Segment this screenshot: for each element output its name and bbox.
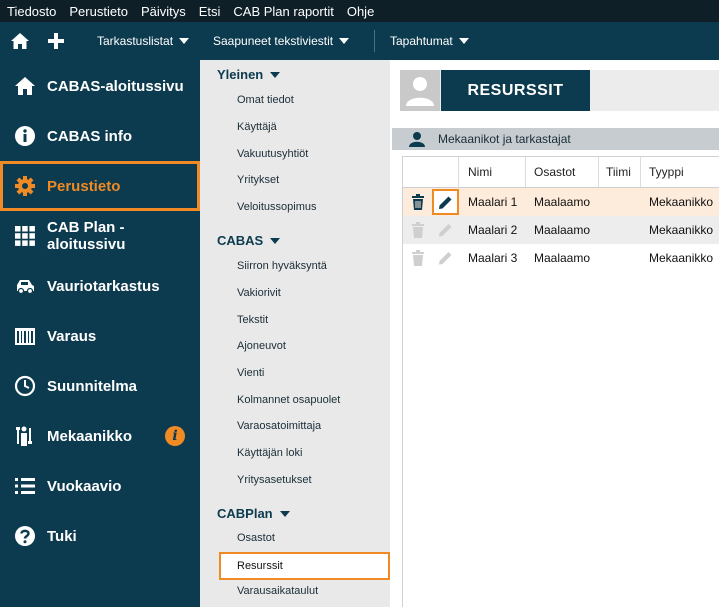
section-header-cabas[interactable]: CABAS [217, 233, 281, 248]
column-divider [640, 157, 641, 187]
sidebar-item-tuki[interactable]: Tuki [0, 511, 200, 561]
trash-icon[interactable] [411, 222, 425, 238]
info-icon [15, 126, 35, 146]
subnav-item-ajoneuvot[interactable]: Ajoneuvot [237, 340, 286, 352]
user-icon [406, 77, 434, 106]
sidebar: CABAS-aloitussivu CABAS info Perustieto … [0, 60, 200, 607]
trash-icon[interactable] [411, 250, 425, 266]
chevron-down-icon [179, 38, 190, 44]
page-title: RESURSSIT [441, 70, 590, 111]
mechanic-icon [16, 426, 32, 446]
subnav-item-kolmannet-osapuolet[interactable]: Kolmannet osapuolet [237, 394, 340, 406]
cell-osastot: Maalaamo [534, 195, 591, 209]
notification-info-icon[interactable]: i [165, 426, 185, 446]
menu-tiedosto[interactable]: Tiedosto [7, 4, 56, 19]
column-header-nimi[interactable]: Nimi [468, 157, 492, 187]
sidebar-item-cab-plan-aloitussivu[interactable]: CAB Plan -aloitussivu [0, 211, 200, 261]
resources-table: Nimi Osastot Tiimi Tyyppi Maalari 1 Maal… [402, 156, 719, 607]
sidebar-item-cabas-info[interactable]: CABAS info [0, 111, 200, 161]
table-row[interactable]: Maalari 2 Maalaamo Mekaanikko [403, 216, 719, 244]
chevron-down-icon [279, 510, 290, 517]
page-header: RESURSSIT [400, 70, 719, 111]
avatar [400, 70, 440, 111]
pencil-icon [439, 196, 452, 209]
sidebar-item-vauriotarkastus[interactable]: Vauriotarkastus [0, 261, 200, 311]
subnav-item-vakiorivit[interactable]: Vakiorivit [237, 287, 281, 299]
sidebar-item-mekaanikko[interactable]: Mekaanikko i [0, 411, 200, 461]
user-icon [409, 132, 425, 147]
home-icon[interactable] [10, 31, 30, 51]
section-header-cabplan[interactable]: CABPlan [217, 506, 290, 521]
section-header-yleinen[interactable]: Yleinen [217, 67, 281, 82]
subnav-item-varaosatoimittaja[interactable]: Varaosatoimittaja [237, 420, 321, 432]
chevron-down-icon [270, 237, 281, 244]
toolbar-divider [374, 30, 375, 52]
sidebar-item-varaus[interactable]: Varaus [0, 311, 200, 361]
subnav-item-tekstit[interactable]: Tekstit [237, 314, 268, 326]
clock-icon [14, 375, 36, 397]
menu-tapahtumat[interactable]: Tapahtumat [390, 22, 469, 60]
cell-tyyppi: Mekaanikko [649, 251, 714, 265]
chevron-down-icon [458, 38, 469, 44]
pencil-icon[interactable] [438, 250, 453, 266]
column-header-tiimi[interactable]: Tiimi [606, 157, 631, 187]
subnav-item-yritysasetukset[interactable]: Yritysasetukset [237, 474, 312, 486]
column-divider [525, 157, 526, 187]
menu-ohje[interactable]: Ohje [347, 4, 374, 19]
menu-paivitys[interactable]: Päivitys [141, 4, 186, 19]
menu-etsi[interactable]: Etsi [199, 4, 221, 19]
cell-tyyppi: Mekaanikko [649, 223, 714, 237]
subnav-item-vienti[interactable]: Vienti [237, 367, 264, 379]
sidebar-item-suunnitelma[interactable]: Suunnitelma [0, 361, 200, 411]
menu-bar: Tiedosto Perustieto Päivitys Etsi CAB Pl… [0, 0, 719, 22]
menu-cab-plan-raportit[interactable]: CAB Plan raportit [233, 4, 333, 19]
section-label: Mekaanikot ja tarkastajat [438, 132, 571, 146]
column-header-osastot[interactable]: Osastot [534, 157, 575, 187]
column-header-tyyppi[interactable]: Tyyppi [649, 157, 684, 187]
menu-tarkastuslistat[interactable]: Tarkastuslistat [97, 22, 190, 60]
sub-navigation: Yleinen Omat tiedot Käyttäjä Vakuutusyht… [200, 60, 390, 607]
sidebar-item-cabas-aloitussivu[interactable]: CABAS-aloitussivu [0, 61, 200, 111]
subnav-item-varausaikataulut[interactable]: Varausaikataulut [237, 585, 318, 597]
help-icon [15, 526, 35, 546]
subnav-item-siirron-hyvaksynta[interactable]: Siirron hyväksyntä [237, 260, 327, 272]
cell-nimi: Maalari 3 [468, 251, 518, 265]
menu-perustieto[interactable]: Perustieto [69, 4, 128, 19]
section-bar: Mekaanikot ja tarkastajat [392, 128, 719, 150]
cell-tyyppi: Mekaanikko [649, 195, 714, 209]
calendar-icon [15, 328, 35, 345]
list-icon [15, 478, 35, 494]
subnav-item-veloitussopimus[interactable]: Veloitussopimus [237, 201, 317, 213]
chevron-down-icon [270, 71, 281, 78]
car-icon [17, 280, 34, 295]
column-divider [598, 157, 599, 187]
column-divider [458, 157, 459, 187]
chevron-down-icon [339, 38, 350, 44]
home-icon [15, 77, 35, 95]
subnav-item-yritykset[interactable]: Yritykset [237, 174, 279, 186]
cell-osastot: Maalaamo [534, 223, 591, 237]
plus-icon[interactable] [46, 31, 66, 51]
cell-nimi: Maalari 2 [468, 223, 518, 237]
toolbar: Tarkastuslistat Saapuneet tekstiviestit … [0, 22, 719, 60]
gear-icon [15, 176, 35, 196]
trash-icon[interactable] [411, 194, 425, 210]
cell-osastot: Maalaamo [534, 251, 591, 265]
table-row[interactable]: Maalari 3 Maalaamo Mekaanikko [403, 244, 719, 272]
subnav-item-kayttaja[interactable]: Käyttäjä [237, 121, 277, 133]
subnav-item-osastot[interactable]: Osastot [237, 532, 275, 544]
subnav-item-kayttajan-loki[interactable]: Käyttäjän loki [237, 447, 302, 459]
subnav-item-omat-tiedot[interactable]: Omat tiedot [237, 94, 294, 106]
table-row[interactable]: Maalari 1 Maalaamo Mekaanikko [403, 188, 719, 216]
sidebar-item-vuokaavio[interactable]: Vuokaavio [0, 461, 200, 511]
grid-icon [15, 226, 35, 246]
main-content: RESURSSIT Mekaanikot ja tarkastajat Nimi… [390, 60, 719, 607]
menu-saapuneet-tekstiviestit[interactable]: Saapuneet tekstiviestit [213, 22, 350, 60]
subnav-item-resurssit[interactable]: Resurssit [219, 552, 390, 580]
subnav-item-vakuutusyhtiot[interactable]: Vakuutusyhtiöt [237, 148, 308, 160]
pencil-icon[interactable] [438, 222, 453, 238]
sidebar-item-perustieto[interactable]: Perustieto [0, 161, 200, 211]
edit-button[interactable] [432, 189, 459, 215]
cell-nimi: Maalari 1 [468, 195, 518, 209]
